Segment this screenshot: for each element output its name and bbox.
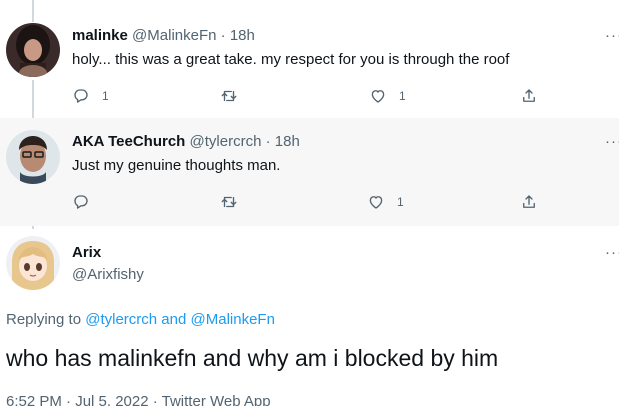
timestamp[interactable]: 18h [230, 27, 255, 44]
tweet-text: Just my genuine thoughts man. [72, 157, 281, 174]
share-button[interactable] [520, 86, 538, 106]
mention-link[interactable]: @tylercrch [85, 311, 157, 328]
reply-icon [74, 195, 88, 209]
reply-tweet[interactable]: AKA TeeChurch @tylercrch · 18h ··· Just … [0, 118, 619, 226]
reply-icon [74, 89, 88, 103]
avatar[interactable] [6, 23, 60, 77]
action-bar: 1 1 [72, 86, 542, 106]
action-bar: 1 [72, 192, 542, 212]
replying-prefix: Replying to [6, 311, 82, 328]
like-button[interactable]: 1 [369, 86, 406, 106]
tweet-text: holy... this was a great take. my respec… [72, 51, 510, 68]
retweet-icon [221, 196, 237, 208]
heart-icon [369, 196, 383, 209]
avatar[interactable] [6, 130, 60, 184]
user-handle[interactable]: @MalinkeFn [132, 27, 216, 44]
display-name[interactable]: AKA TeeChurch [72, 133, 185, 150]
tweet-header: AKA TeeChurch @tylercrch · 18h [72, 132, 300, 152]
separator: · [265, 133, 271, 150]
like-count: 1 [399, 89, 406, 103]
user-handle[interactable]: @Arixfishy [72, 265, 144, 285]
avatar[interactable] [6, 236, 60, 290]
like-button[interactable]: 1 [367, 192, 404, 212]
separator: · [220, 27, 226, 44]
replying-to: Replying to @tylercrch and @MalinkeFn [6, 310, 275, 330]
reply-button[interactable] [72, 192, 102, 212]
replying-and[interactable]: and [161, 311, 186, 328]
heart-icon [371, 90, 385, 103]
tweet-meta[interactable]: 6:52 PM · Jul 5, 2022 · Twitter Web App [6, 392, 271, 406]
share-icon [523, 89, 535, 102]
more-options-icon[interactable]: ··· [605, 132, 619, 152]
tweet-thread: malinke @MalinkeFn · 18h ··· holy... thi… [0, 0, 619, 406]
retweet-icon [221, 90, 237, 102]
retweet-button[interactable] [220, 86, 250, 106]
more-options-icon[interactable]: ··· [605, 26, 619, 46]
reply-tweet[interactable]: malinke @MalinkeFn · 18h ··· holy... thi… [0, 0, 619, 118]
retweet-button[interactable] [220, 192, 250, 212]
like-count: 1 [397, 195, 404, 209]
reply-count: 1 [102, 89, 109, 103]
share-icon [523, 195, 535, 208]
reply-button[interactable]: 1 [72, 86, 109, 106]
tweet-text: who has malinkefn and why am i blocked b… [6, 345, 499, 371]
mention-link[interactable]: @MalinkeFn [191, 311, 275, 328]
tweet-header: malinke @MalinkeFn · 18h [72, 26, 255, 46]
user-handle[interactable]: @tylercrch [190, 133, 262, 150]
display-name[interactable]: malinke [72, 27, 128, 44]
display-name[interactable]: Arix [72, 243, 101, 263]
more-options-icon[interactable]: ··· [605, 243, 619, 263]
timestamp[interactable]: 18h [275, 133, 300, 150]
share-button[interactable] [520, 192, 538, 212]
